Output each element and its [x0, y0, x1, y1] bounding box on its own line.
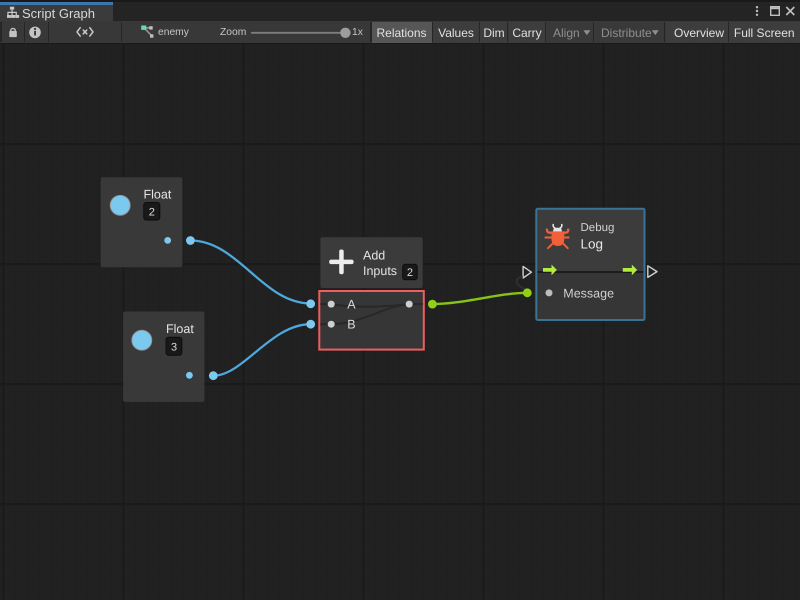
svg-text:Message: Message: [563, 286, 614, 300]
svg-text:B: B: [347, 318, 355, 332]
svg-text:3: 3: [171, 341, 177, 353]
svg-text:2: 2: [149, 206, 155, 218]
svg-text:Float: Float: [144, 187, 172, 201]
svg-text:A: A: [347, 298, 356, 312]
svg-text:Debug: Debug: [581, 222, 615, 234]
svg-text:Add: Add: [363, 248, 385, 262]
svg-text:2: 2: [407, 267, 413, 279]
svg-text:Log: Log: [581, 236, 604, 251]
svg-text:Float: Float: [166, 322, 194, 336]
svg-text:Inputs: Inputs: [363, 264, 397, 278]
